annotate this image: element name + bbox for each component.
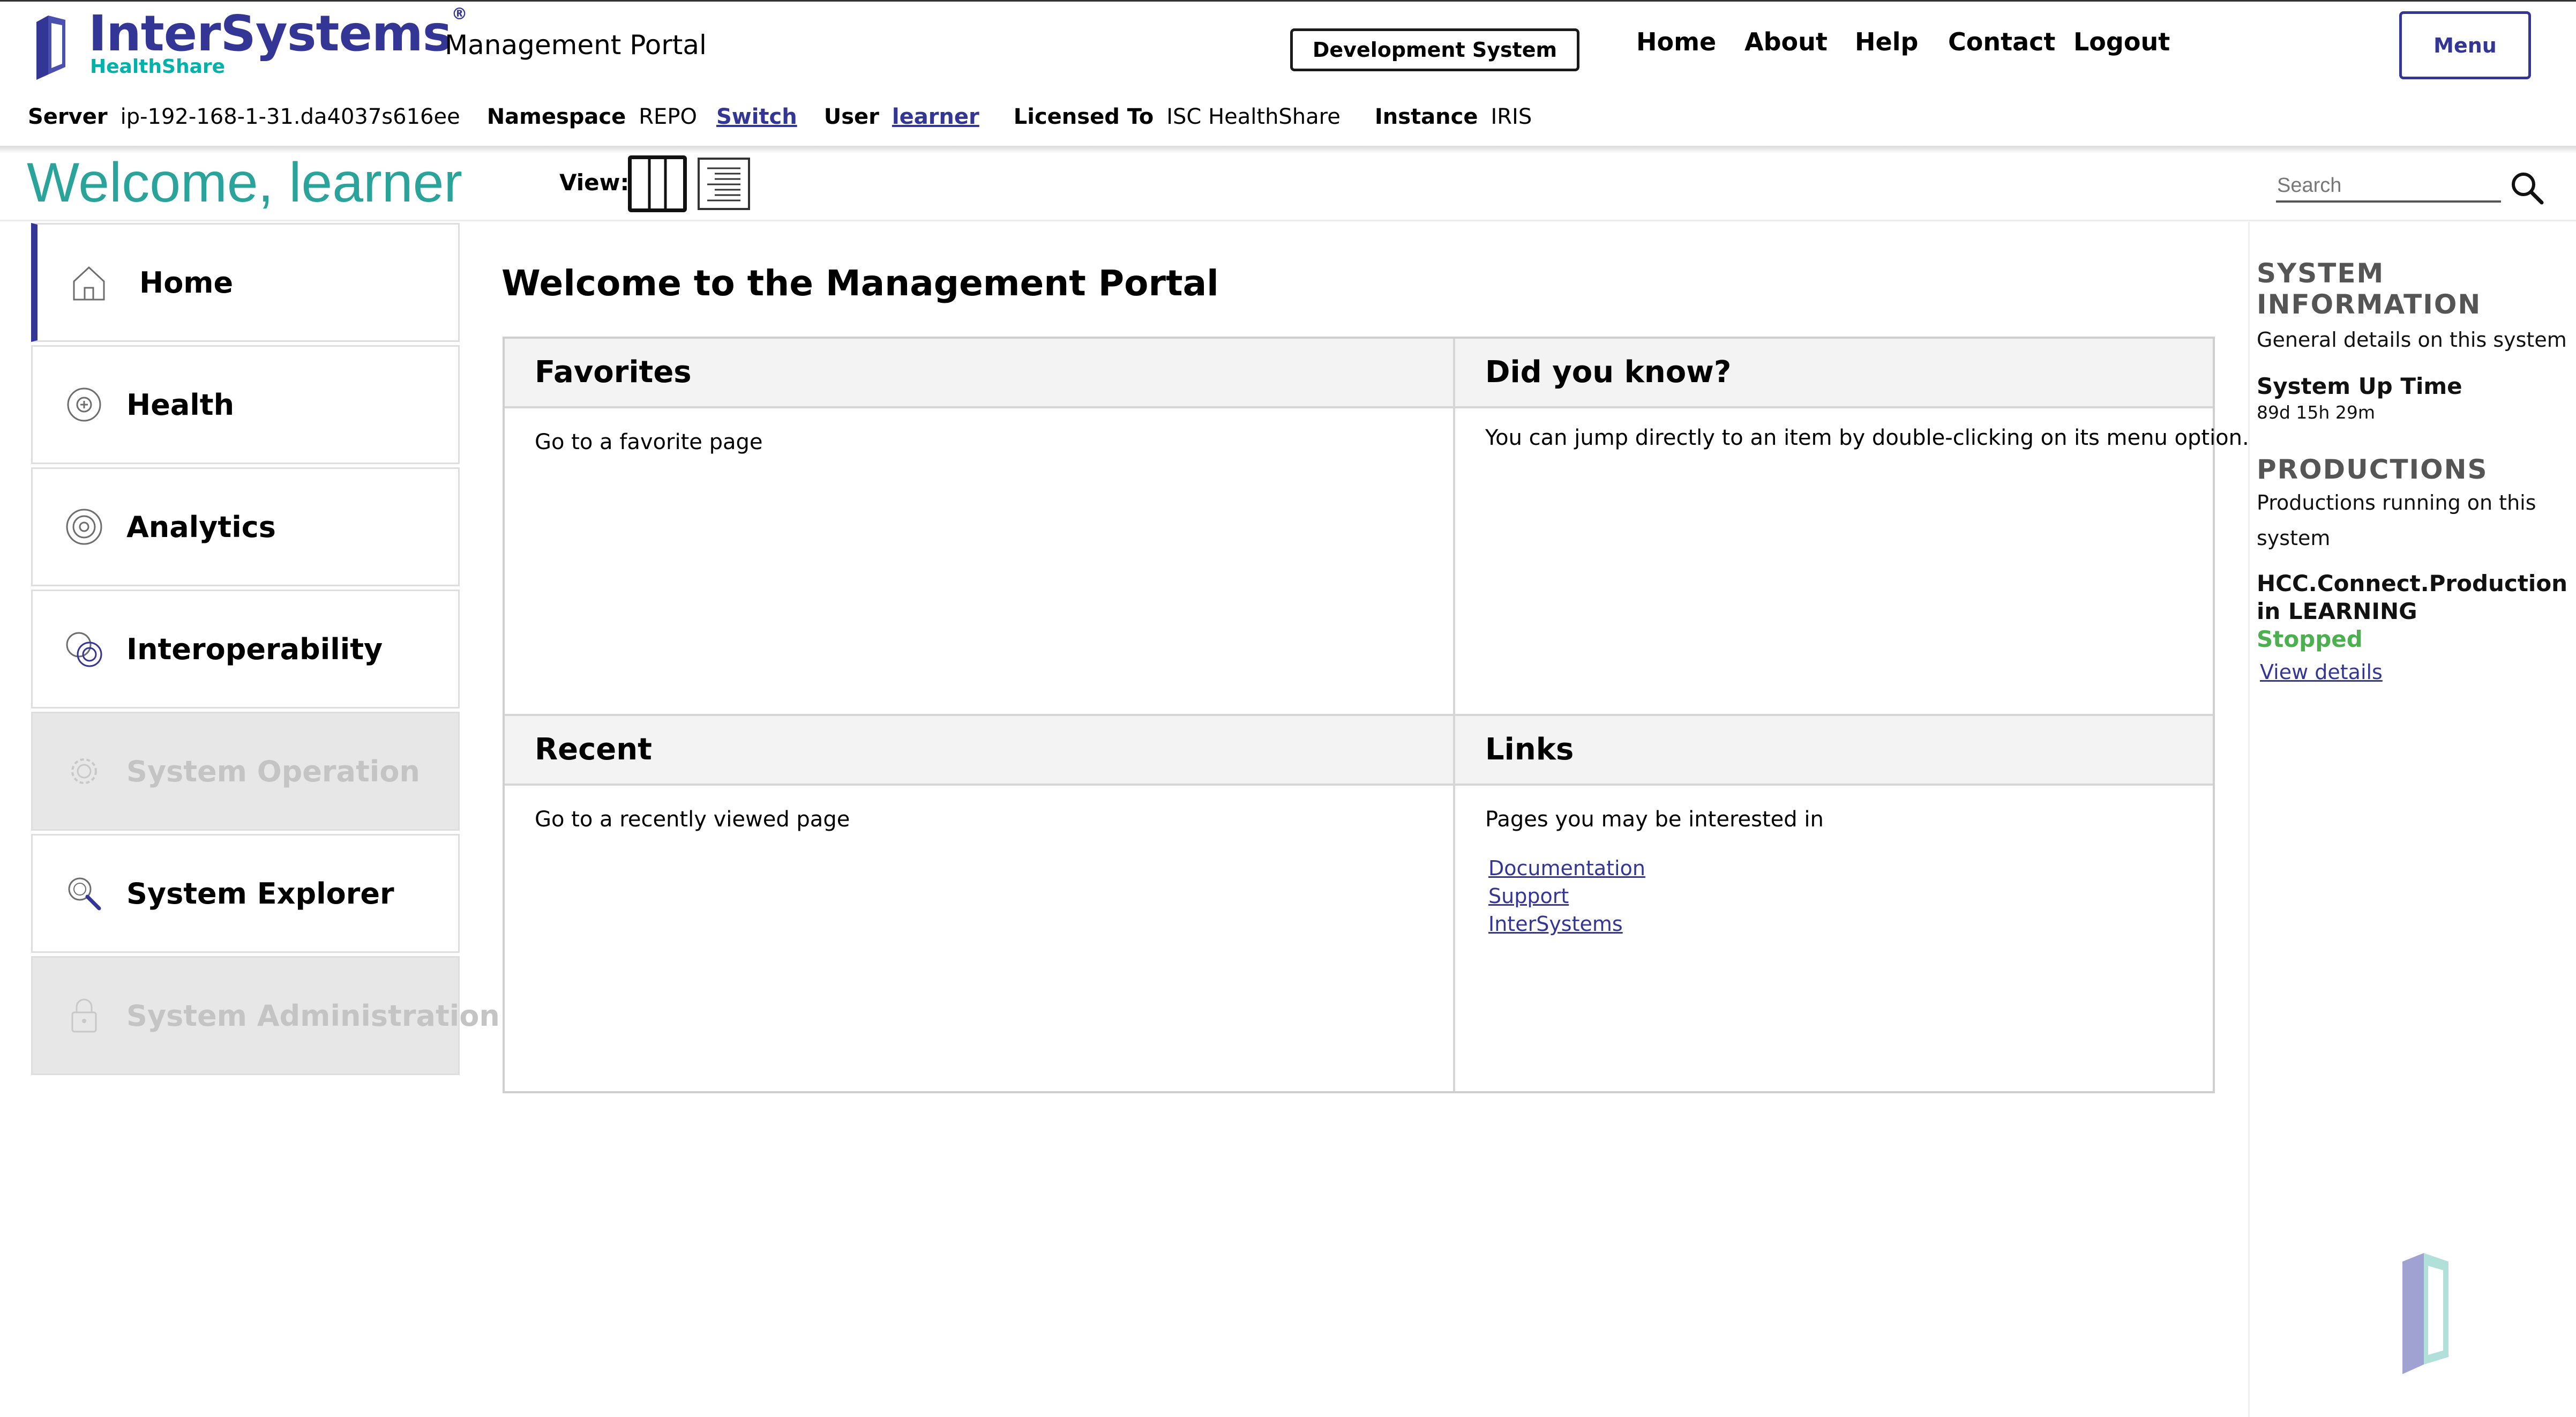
namespace-label: Namespace [486, 105, 626, 129]
nav-home-link[interactable]: Home [1636, 27, 1716, 56]
lock-icon [71, 998, 97, 1033]
licensed-to-value: ISC HealthShare [1166, 105, 1341, 129]
system-mode-badge: Development System [1290, 28, 1579, 71]
nav-help-link[interactable]: Help [1855, 27, 1918, 56]
menu-button[interactable]: Menu [2399, 11, 2531, 79]
productions-heading: PRODUCTIONS [2257, 454, 2488, 485]
gear-icon [71, 758, 97, 784]
health-icon [67, 387, 101, 422]
did-you-know-text: You can jump directly to an item by doub… [1485, 426, 2249, 450]
sidebar-item-label: Home [139, 265, 234, 300]
analytics-icon [66, 509, 102, 545]
production-name: HCC.Connect.Production [2257, 570, 2568, 596]
favorites-panel: Favorites Go to a favorite page [505, 339, 1453, 714]
nav-logout-link[interactable]: Logout [2073, 27, 2170, 56]
links-panel: Links Pages you may be interested in Doc… [1455, 716, 2213, 1091]
links-title: Links [1485, 732, 1574, 767]
columns-icon [648, 159, 667, 208]
intersystems-logo[interactable]: InterSystems® HealthShare [32, 5, 467, 81]
links-text: Pages you may be interested in [1485, 807, 1824, 832]
sidebar-item-label: Interoperability [126, 632, 383, 666]
sidebar-item-label: Health [126, 387, 235, 422]
divider [0, 220, 2576, 221]
intersystems-watermark-icon [2399, 1250, 2458, 1378]
logo-sub-brand: HealthShare [90, 56, 226, 78]
portal-title: Management Portal [445, 29, 707, 61]
server-label: Server [28, 105, 108, 129]
panel-header: Links [1455, 716, 2213, 786]
server-info-bar: Server ip-192-168-1-31.da4037s616ee Name… [28, 105, 1559, 129]
user-label: User [823, 105, 879, 129]
did-you-know-title: Did you know? [1485, 355, 1732, 390]
welcome-heading: Welcome, learner [27, 152, 463, 214]
recent-panel: Recent Go to a recently viewed page [505, 716, 1453, 1091]
logo-mark-icon [36, 16, 65, 80]
right-panel-divider [2248, 222, 2250, 1417]
panel-header: Favorites [505, 339, 1453, 408]
header: InterSystems® HealthShare Management Por… [0, 0, 2576, 147]
licensed-to-label: Licensed To [1013, 105, 1154, 129]
nav-about-link[interactable]: About [1744, 27, 1828, 56]
instance-value: IRIS [1491, 105, 1532, 129]
system-info-heading-line-2: INFORMATION [2257, 289, 2482, 320]
search-icon[interactable] [2510, 170, 2544, 205]
view-label: View: [559, 169, 630, 196]
list-icon [707, 167, 740, 202]
column-view-toggle[interactable] [628, 155, 687, 212]
sidebar-item-label: System Operation [126, 754, 420, 788]
favorites-title: Favorites [535, 355, 692, 390]
productions-description: Productions running on this [2257, 491, 2536, 514]
view-details-link[interactable]: View details [2260, 660, 2383, 684]
search-input[interactable] [2276, 170, 2501, 203]
panel-header: Recent [505, 716, 1453, 786]
sidebar-item-label: System Explorer [126, 876, 394, 911]
system-info-heading: SYSTEM [2257, 258, 2385, 289]
recent-title: Recent [535, 732, 652, 767]
list-view-toggle[interactable] [698, 158, 750, 210]
switch-namespace-link[interactable]: Switch [716, 105, 797, 129]
production-status-badge: Stopped [2257, 626, 2363, 652]
sidebar-item-label: Analytics [126, 510, 276, 544]
sidebar-item-health[interactable]: Health [31, 345, 460, 464]
did-you-know-panel: Did you know? You can jump directly to a… [1455, 339, 2249, 714]
instance-label: Instance [1374, 105, 1478, 129]
sidebar-item-interoperability[interactable]: Interoperability [31, 590, 460, 708]
productions-description-line-2: system [2257, 526, 2331, 550]
user-link[interactable]: learner [892, 105, 979, 129]
magnifier-icon [68, 877, 101, 911]
system-info-description: General details on this system [2257, 328, 2567, 352]
production-namespace: in LEARNING [2257, 598, 2417, 624]
home-icon [73, 266, 105, 301]
sidebar-item-system-explorer[interactable]: System Explorer [31, 834, 460, 953]
uptime-value: 89d 15h 29m [2257, 402, 2375, 423]
logo-brand: InterSystems® [88, 5, 467, 62]
server-value: ip-192-168-1-31.da4037s616ee [120, 105, 460, 129]
support-link[interactable]: Support [1488, 884, 1569, 908]
panel-header: Did you know? [1455, 339, 2213, 408]
sidebar-item-label: System Administration [126, 998, 500, 1033]
uptime-label: System Up Time [2257, 373, 2462, 399]
favorites-text: Go to a favorite page [535, 430, 763, 454]
recent-text: Go to a recently viewed page [535, 807, 850, 832]
namespace-value: REPO [639, 105, 697, 129]
sidebar-item-analytics[interactable]: Analytics [31, 467, 460, 586]
sidebar-item-system-operation: System Operation [31, 712, 460, 831]
documentation-link[interactable]: Documentation [1488, 856, 1645, 880]
sidebar-item-home[interactable]: Home [31, 223, 460, 342]
dashboard-panels: Favorites Go to a favorite page Did you … [503, 337, 2249, 1093]
intersystems-link[interactable]: InterSystems [1488, 912, 1623, 936]
nav-contact-link[interactable]: Contact [1948, 27, 2055, 56]
page-title: Welcome to the Management Portal [501, 263, 1219, 304]
sidebar-item-system-administration: System Administration [31, 956, 500, 1075]
interoperability-icon [66, 632, 102, 667]
